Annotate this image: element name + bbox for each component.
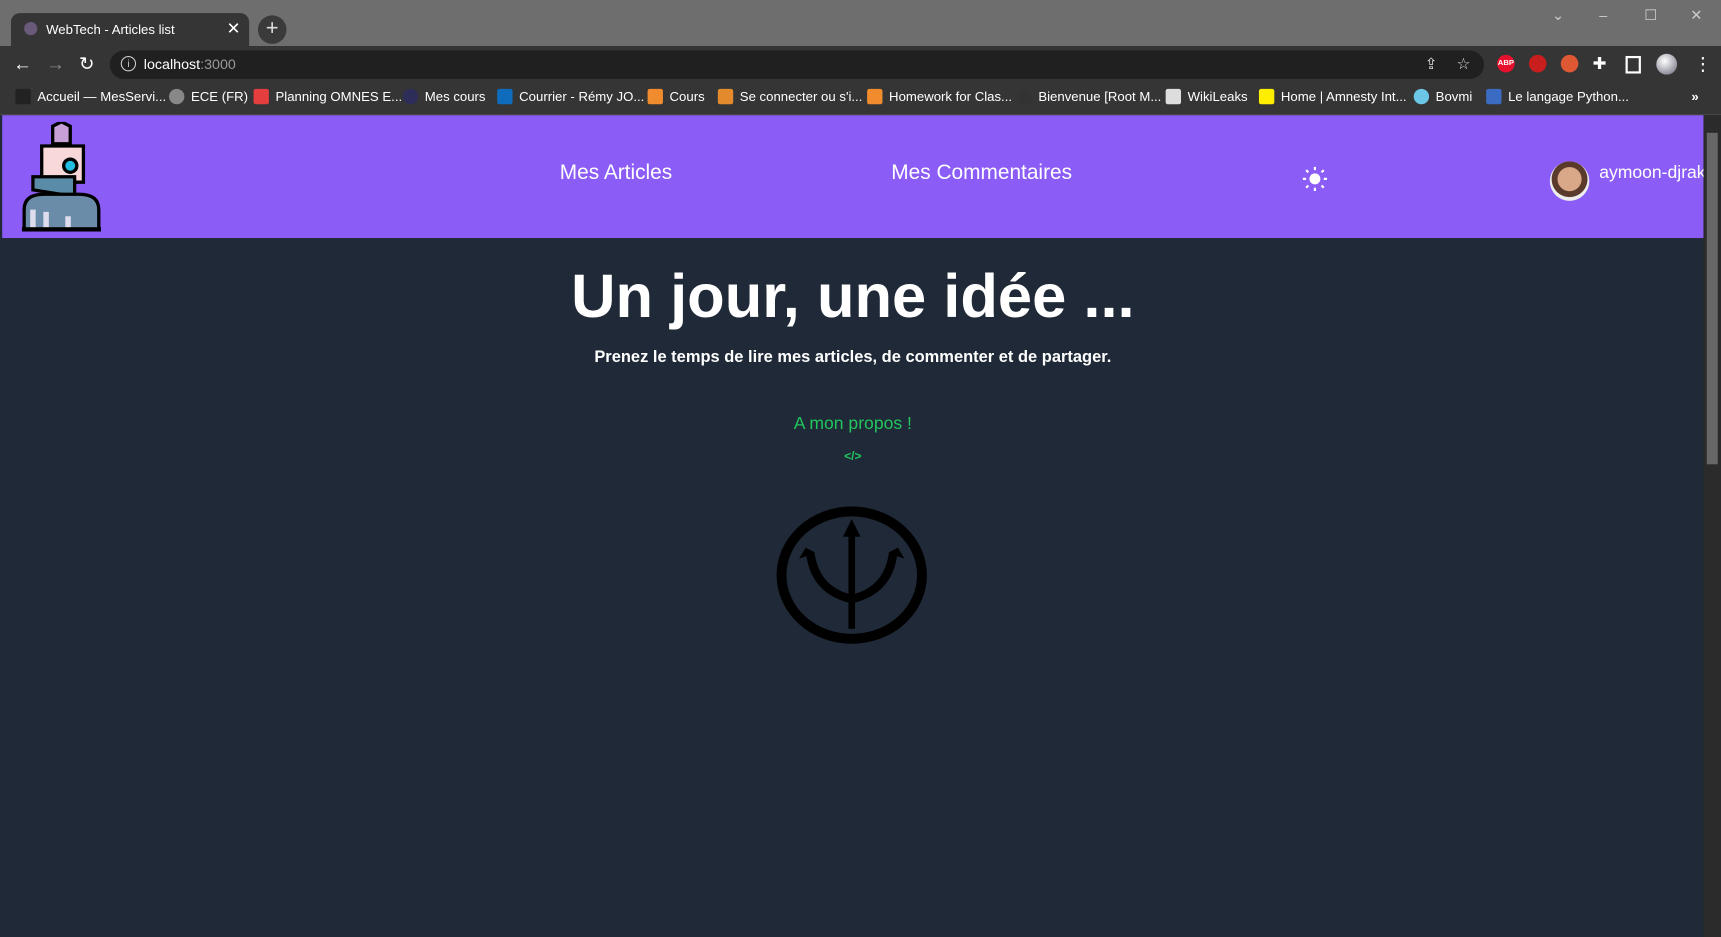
bookmark-label: WikiLeaks <box>1187 88 1248 105</box>
back-button[interactable]: ← <box>13 54 32 76</box>
bookmarks-bar: Accueil — MesServi... ECE (FR) Planning … <box>0 82 1721 116</box>
url-host: localhost <box>143 55 201 73</box>
bookmark-icon <box>402 88 419 105</box>
browser-toolbar: ← → ↻ i localhost:3000 ⇪ ☆ ABP ✚ ⋮ <box>0 46 1721 83</box>
bookmark-label: ECE (FR) <box>190 88 249 105</box>
reload-button[interactable]: ↻ <box>79 54 95 76</box>
shield-extension-icon[interactable] <box>1528 54 1547 73</box>
bookmark-item[interactable]: Se connecter ou s'i... <box>717 88 863 105</box>
url-port: :3000 <box>200 55 236 73</box>
bookmark-item[interactable]: Courrier - Rémy JO... <box>497 88 645 105</box>
bookmark-label: Se connecter ou s'i... <box>739 88 863 105</box>
bookmark-item[interactable]: ECE (FR) <box>169 88 249 105</box>
share-icon[interactable]: ⇪ <box>1425 55 1438 74</box>
bookmark-item[interactable]: Mes cours <box>402 88 486 105</box>
more-bookmarks-button[interactable]: » <box>1691 89 1698 104</box>
duckduckgo-extension-icon[interactable] <box>1560 54 1579 73</box>
bookmark-label: Home | Amnesty Int... <box>1280 88 1407 105</box>
bookmark-icon <box>253 88 269 105</box>
bookmark-label: Cours <box>669 88 705 105</box>
bookmark-item[interactable]: Accueil — MesServi... <box>15 88 167 105</box>
bookmark-item[interactable]: Le langage Python... <box>1486 88 1629 105</box>
page-scrollbar[interactable] <box>1703 115 1721 937</box>
tab-strip: WebTech - Articles list ✕ + ⌄ – ☐ ✕ <box>0 0 1721 49</box>
about-link[interactable]: A mon propos ! <box>2 415 1703 435</box>
nav-mes-commentaires[interactable]: Mes Commentaires <box>891 161 1072 185</box>
main-content: Un jour, une idée ... Prenez le temps de… <box>2 238 1704 937</box>
hero-subtitle: Prenez le temps de lire mes articles, de… <box>594 347 1112 367</box>
profile-avatar-icon[interactable] <box>1656 53 1678 75</box>
avatar[interactable] <box>1549 161 1590 201</box>
maximize-button[interactable]: ☐ <box>1644 7 1657 25</box>
menu-icon[interactable]: ⋮ <box>1694 54 1713 76</box>
bookmark-item[interactable]: Homework for Clas... <box>867 88 1013 105</box>
hero-title: Un jour, une idée ... <box>571 261 1135 331</box>
bookmark-item[interactable]: Home | Amnesty Int... <box>1258 88 1407 105</box>
bookmark-label: Planning OMNES E... <box>275 88 403 105</box>
bookmark-label: Accueil — MesServi... <box>37 88 167 105</box>
bookmark-item[interactable]: Cours <box>647 88 705 105</box>
close-window-button[interactable]: ✕ <box>1690 7 1702 25</box>
bookmark-icon <box>15 88 31 105</box>
url-text[interactable]: localhost:3000 <box>144 56 236 72</box>
scrollbar-thumb[interactable] <box>1706 132 1718 465</box>
site-header: Mes Articles Mes Commentaires aymoon-djr… <box>2 115 1706 239</box>
star-icon[interactable]: ☆ <box>1457 55 1471 74</box>
tab-active[interactable]: WebTech - Articles list ✕ <box>10 13 250 49</box>
bookmark-icon <box>1486 88 1502 105</box>
bookmark-label: Bovmi <box>1435 88 1473 105</box>
address-bar[interactable]: i localhost:3000 ⇪ ☆ <box>109 50 1484 80</box>
bookmark-label: Homework for Clas... <box>889 88 1013 105</box>
tab-search-icon[interactable]: ⌄ <box>1552 7 1564 25</box>
bookmark-label: Courrier - Rémy JO... <box>519 88 645 105</box>
tab-title: WebTech - Articles list <box>46 21 175 38</box>
username[interactable]: aymoon-djrak <box>1599 164 1705 184</box>
theme-toggle-sun-icon[interactable] <box>1302 166 1328 192</box>
bookmark-icon <box>647 88 663 105</box>
bookmark-label: Mes cours <box>424 88 486 105</box>
bookmark-item[interactable]: Planning OMNES E... <box>253 88 403 105</box>
bookmark-item[interactable]: WikiLeaks <box>1165 88 1248 105</box>
side-panel-icon[interactable] <box>1625 55 1641 74</box>
info-icon[interactable]: i <box>120 55 137 72</box>
close-tab-icon[interactable]: ✕ <box>227 19 241 39</box>
bookmark-icon <box>867 88 883 105</box>
bookmark-item[interactable]: Bovmi <box>1413 88 1473 105</box>
bookmark-label: Bienvenue [Root M... <box>1038 88 1162 105</box>
wikileaks-icon <box>1165 88 1182 105</box>
bookmark-icon <box>717 88 734 105</box>
balloon-icon <box>1413 88 1430 105</box>
minimize-button[interactable]: – <box>1599 7 1607 23</box>
amnesty-icon <box>1258 88 1275 105</box>
puzzle-extensions-icon[interactable]: ✚ <box>1593 54 1607 74</box>
forward-button[interactable]: → <box>46 54 65 76</box>
bookmark-item[interactable]: Bienvenue [Root M... <box>1016 88 1162 105</box>
outlook-icon <box>497 88 513 105</box>
favicon-icon <box>24 21 38 36</box>
trident-logo <box>776 506 927 644</box>
nav-mes-articles[interactable]: Mes Articles <box>560 161 672 185</box>
robot-logo[interactable] <box>20 121 103 232</box>
adblock-extension-icon[interactable]: ABP <box>1497 54 1515 73</box>
new-tab-button[interactable]: + <box>257 15 287 44</box>
code-icon: </> <box>844 450 862 464</box>
globe-icon <box>169 88 185 105</box>
bookmark-icon <box>1016 88 1032 105</box>
bookmark-label: Le langage Python... <box>1508 88 1629 105</box>
